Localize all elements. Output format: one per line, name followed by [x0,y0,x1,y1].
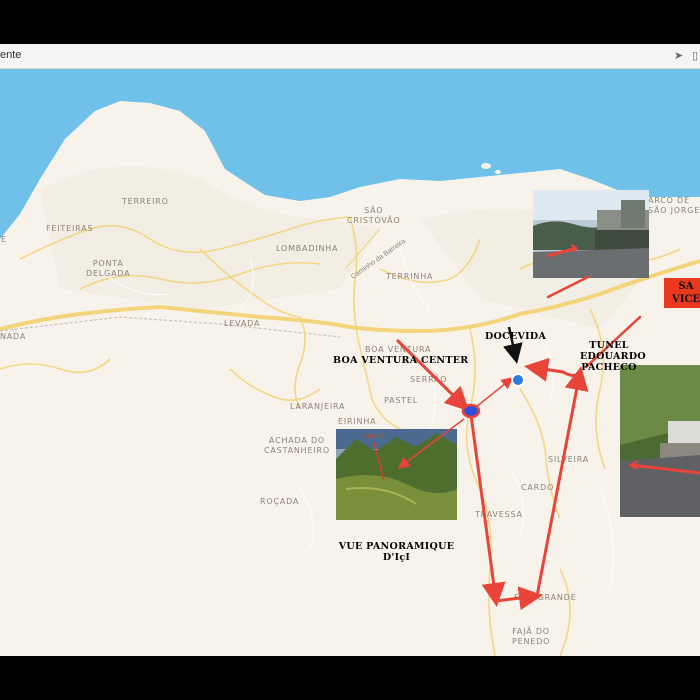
maps-window: ente ➤ ▯ TERREIRO FEITEIRAS PONTA DELGAD… [0,44,700,656]
map-canvas[interactable]: TERREIRO FEITEIRAS PONTA DELGADA LOMBADI… [0,69,700,656]
map-mode-icon[interactable]: ▯ [692,49,698,62]
route-to-faja [469,413,506,607]
boa-ventura-marker [461,403,481,419]
window-title: ente [0,49,22,61]
route-tunnel-to-docevida [524,357,582,382]
label-docevida: DOCEVIDA [485,331,547,342]
thin-arrow-panorama [397,418,465,469]
docevida-location-pin [511,373,525,387]
arrow-to-photo-sao-jorge [546,275,590,299]
label-vue-panoramique: VUE PANORAMIQUE D'IçI [338,541,455,563]
badge-sao-vicente: SA VICE [664,278,700,308]
label-tunel-edouardo-pacheco: TUNEL EDOUARDO PACHECO [580,340,646,373]
route-faja-link [494,586,543,611]
route-up-to-tunnel [535,366,589,598]
title-bar: ente ➤ ▯ [0,44,700,69]
location-arrow-icon[interactable]: ➤ [674,49,683,62]
arrow-center-to-stop [396,339,470,412]
label-boa-ventura-center: BOA VENTURA CENTER [333,355,469,366]
